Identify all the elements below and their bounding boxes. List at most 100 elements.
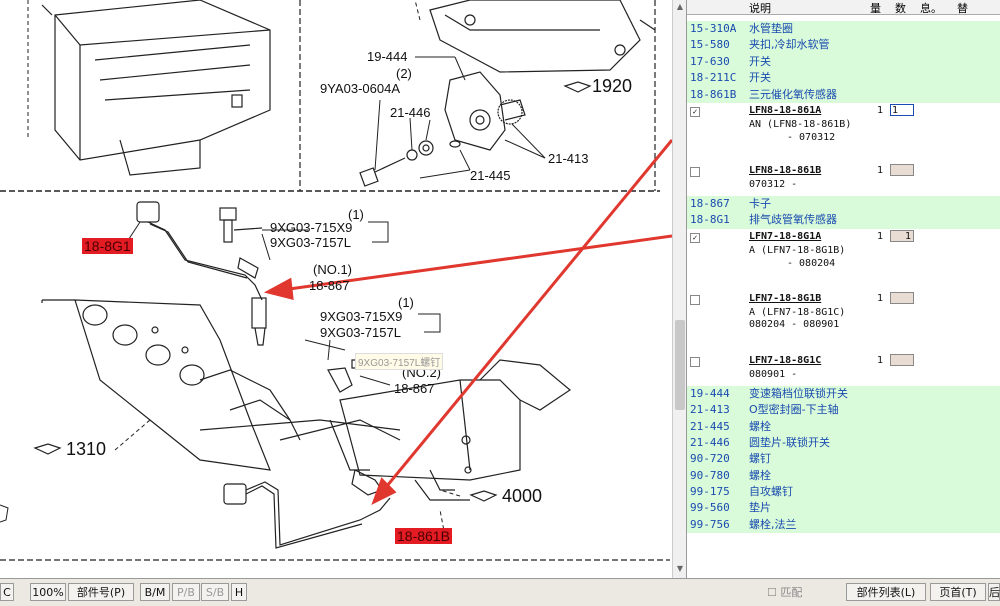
highlight-18-861b[interactable]: 18-861B [395, 528, 452, 544]
part-code: 18-211C [690, 71, 737, 85]
part-row[interactable]: 90-780 螺栓 [687, 467, 1000, 485]
subpart-qty-input[interactable]: 1 [890, 229, 914, 242]
part-desc: 变速箱档位联锁开关 [749, 386, 848, 400]
part-row[interactable]: 21-446 圆垫片-联锁开关 [687, 434, 1000, 452]
bottom-toolbar: C 100% 部件号(P) B/M P/B S/B H ☐ 匹配 部件列表(L)… [0, 578, 1000, 606]
subpart-checkbox[interactable]: ✓ [690, 232, 700, 243]
subpart-row[interactable]: ✓ LFN7-18-8G1A 1 1 A (LFN7-18-8G1B) - 08… [687, 228, 1000, 291]
part-desc: 卡子 [749, 196, 771, 210]
sb-button[interactable]: S/B [201, 583, 229, 601]
part-row[interactable]: 18-867 卡子 [687, 195, 1000, 213]
next-page-button[interactable]: 后 [988, 583, 1000, 601]
part-code: 90-720 [690, 452, 730, 466]
subpart-row[interactable]: LFN7-18-8G1C 1 080901 - [687, 352, 1000, 386]
part-desc: 螺栓,法兰 [749, 517, 797, 531]
subpart-qty-input[interactable] [890, 163, 914, 176]
subpart-qty: 1 [877, 164, 884, 176]
header-info[interactable]: 息。 [920, 0, 942, 16]
part-row[interactable]: 99-560 垫片 [687, 500, 1000, 517]
subpart-note: A (LFN7-18-8G1C) [749, 306, 846, 318]
match-label: 匹配 [780, 586, 803, 599]
scroll-up-icon[interactable]: ▲ [675, 2, 685, 12]
label-18-867-a[interactable]: 18-867 [309, 279, 349, 292]
match-checkbox[interactable]: ☐ 匹配 [767, 584, 802, 600]
part-code: 99-560 [690, 501, 730, 515]
subpart-row[interactable]: LFN7-18-8G1B 1 A (LFN7-18-8G1C) 080204 -… [687, 290, 1000, 353]
c-button[interactable]: C [0, 583, 14, 601]
label-18-867-b[interactable]: 18-867 [394, 382, 434, 395]
subpart-checkbox[interactable] [690, 356, 700, 367]
subpart-note: A (LFN7-18-8G1B) [749, 244, 846, 256]
part-row[interactable]: 17-630 开关 [687, 53, 1000, 71]
label-21-413[interactable]: 21-413 [548, 152, 588, 165]
diagram-vertical-scrollbar[interactable]: ▲ ▼ [672, 0, 687, 578]
subpart-qty-input[interactable]: 1 [890, 103, 914, 116]
bm-button[interactable]: B/M [140, 583, 170, 601]
subpart-date: - 070312 [787, 131, 836, 143]
h-button[interactable]: H [231, 583, 247, 601]
subpart-row[interactable]: LFN8-18-861B 1 070312 - [687, 162, 1000, 196]
subpart-number: LFN7-18-8G1C [749, 354, 822, 366]
header-qty[interactable]: 量 [870, 0, 881, 16]
subpart-checkbox[interactable] [690, 294, 700, 305]
label-9ya03-0604a[interactable]: 9YA03-0604A [320, 82, 400, 95]
subpart-checkbox[interactable] [690, 166, 700, 177]
header-desc[interactable]: 说明 [749, 0, 771, 16]
part-row[interactable]: 19-444 变速箱档位联锁开关 [687, 385, 1000, 403]
part-row[interactable]: 90-720 螺钉 [687, 451, 1000, 468]
pb-button[interactable]: P/B [172, 583, 200, 601]
part-row[interactable]: 21-445 螺栓 [687, 418, 1000, 435]
part-code: 21-413 [690, 403, 730, 417]
scroll-down-icon[interactable]: ▼ [675, 564, 685, 574]
subpart-checkbox[interactable]: ✓ [690, 106, 700, 117]
highlight-18-8g1[interactable]: 18-8G1 [82, 238, 133, 254]
part-desc: 垫片 [749, 501, 771, 515]
subpart-qty-input[interactable] [890, 353, 914, 366]
part-code: 18-8G1 [690, 213, 730, 227]
header-alt[interactable]: 替 [957, 0, 968, 16]
subpart-note: AN (LFN8-18-861B) [749, 118, 852, 130]
label-9xg03-715x9-b[interactable]: 9XG03-715X9 [320, 310, 402, 323]
part-desc: 螺钉 [749, 452, 771, 466]
part-row[interactable]: 15-310A 水管垫圈 [687, 21, 1000, 38]
home-page-button[interactable]: 页首(T) [930, 583, 986, 601]
label-19-444[interactable]: 19-444 [367, 50, 407, 63]
transmission-drawing [429, 0, 656, 73]
part-row[interactable]: 15-580 夹扣,冷却水软管 [687, 37, 1000, 54]
part-row[interactable]: 18-861B 三元催化氧传感器 [687, 86, 1000, 103]
part-row[interactable]: 18-211C 开关 [687, 70, 1000, 87]
part-row[interactable]: 99-756 螺栓,法兰 [687, 516, 1000, 534]
part-row[interactable]: 21-413 O型密封圈-下主轴 [687, 402, 1000, 419]
subpart-number: LFN7-18-8G1B [749, 292, 822, 304]
inhibitor-switch-drawing [444, 71, 526, 151]
label-21-445[interactable]: 21-445 [470, 169, 510, 182]
part-code: 18-861B [690, 87, 737, 101]
part-desc: 排气歧管氧传感器 [749, 213, 837, 227]
header-num[interactable]: 数 [895, 0, 906, 16]
label-9xg03-715x9-a[interactable]: 9XG03-715X9 [270, 221, 352, 234]
zoom-button[interactable]: 100% [30, 583, 66, 601]
part-code: 15-580 [690, 38, 730, 52]
part-row[interactable]: 99-175 自攻螺钉 [687, 484, 1000, 501]
part-code: 21-445 [690, 419, 730, 433]
subpart-qty-input[interactable] [890, 291, 914, 304]
parts-diagram[interactable]: 19-444 (2) 9YA03-0604A 21-446 21-445 21-… [0, 0, 672, 578]
part-row[interactable]: 18-8G1 排气歧管氧传感器 [687, 212, 1000, 229]
scrollbar-thumb[interactable] [675, 320, 685, 410]
o2-sensor-8g1-drawing [136, 201, 267, 346]
callout-4000[interactable]: 4000 [502, 486, 542, 507]
subpart-row[interactable]: ✓ LFN8-18-861A 1 1 AN (LFN8-18-861B) - 0… [687, 102, 1000, 163]
part-desc: 螺栓 [749, 468, 771, 482]
part-code: 21-446 [690, 435, 730, 449]
catalytic-converter-drawing [339, 359, 572, 501]
part-list-button[interactable]: 部件列表(L) [846, 583, 926, 601]
label-9xg03-7157l-b[interactable]: 9XG03-7157L [320, 326, 401, 339]
callout-1310[interactable]: 1310 [66, 439, 106, 460]
callout-1920[interactable]: 1920 [592, 76, 632, 97]
part-desc: 水管垫圈 [749, 22, 793, 35]
subpart-qty: 1 [877, 230, 884, 242]
subpart-note: 080901 - [749, 368, 798, 380]
label-21-446[interactable]: 21-446 [390, 106, 430, 119]
part-number-button[interactable]: 部件号(P) [68, 583, 134, 601]
label-9xg03-7157l-a[interactable]: 9XG03-7157L [270, 236, 351, 249]
